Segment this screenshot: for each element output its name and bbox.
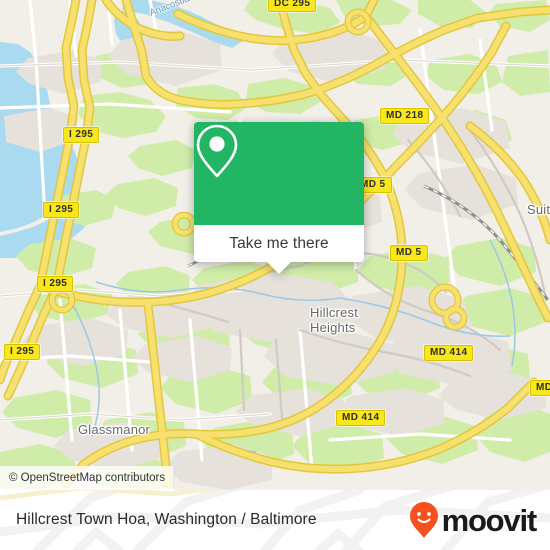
road-shield-md-right-edge[interactable]: MD (530, 380, 550, 396)
road-shield-i-295-3[interactable]: I 295 (37, 276, 74, 292)
road-shield-i-295-4[interactable]: I 295 (4, 344, 41, 360)
take-me-there-label: Take me there (229, 234, 329, 252)
popup-marker-area (194, 122, 364, 225)
road-shield-md-5-2[interactable]: MD 5 (390, 245, 428, 261)
footer-location-title: Hillcrest Town Hoa, Washington / Baltimo… (16, 511, 317, 528)
map-screenshot: Anacostia River Hillcrest Heights Glassm… (0, 0, 550, 550)
footer-bar: Hillcrest Town Hoa, Washington / Baltimo… (0, 490, 550, 550)
road-shield-md-414-2[interactable]: MD 414 (336, 410, 386, 426)
road-shield-i-295-2[interactable]: I 295 (43, 202, 80, 218)
location-popup-card[interactable]: Take me there (194, 122, 364, 274)
road-shield-dc-295[interactable]: DC 295 (268, 0, 317, 12)
map-attribution[interactable]: © OpenStreetMap contributors (0, 466, 174, 490)
map-pin-icon (196, 124, 238, 178)
popup-action-area[interactable]: Take me there (194, 225, 364, 274)
attribution-text: © OpenStreetMap contributors (9, 472, 166, 484)
road-shield-md-218[interactable]: MD 218 (380, 108, 430, 124)
road-shield-i-295-1[interactable]: I 295 (63, 127, 100, 143)
road-shield-md-414-1[interactable]: MD 414 (424, 345, 474, 361)
map-canvas[interactable]: Anacostia River Hillcrest Heights Glassm… (0, 0, 550, 490)
moovit-wordmark: moovit (441, 502, 538, 538)
popup-pointer-tail (267, 262, 291, 274)
moovit-pin-smiley-icon (409, 502, 438, 538)
moovit-brand[interactable]: moovit (409, 501, 538, 539)
